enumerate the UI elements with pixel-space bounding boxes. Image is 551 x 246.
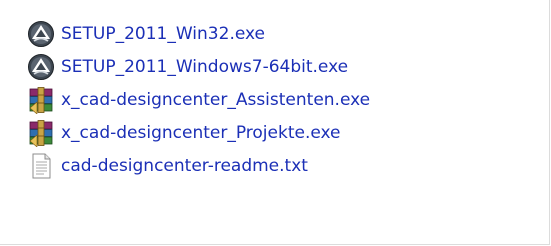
file-name: SETUP_2011_Win32.exe bbox=[61, 23, 265, 44]
file-name: x_cad-designcenter_Assistenten.exe bbox=[61, 89, 371, 110]
file-item-setup-win7-64[interactable]: SETUP_2011_Windows7-64bit.exe bbox=[26, 50, 370, 83]
winrar-archive-icon bbox=[26, 118, 56, 148]
file-explorer-pane: SETUP_2011_Win32.exe SETUP_2011_Windows7… bbox=[0, 0, 550, 245]
file-item-readme[interactable]: cad-designcenter-readme.txt bbox=[26, 149, 370, 182]
text-file-icon bbox=[26, 151, 56, 181]
file-item-assistenten[interactable]: x_cad-designcenter_Assistenten.exe bbox=[26, 83, 370, 116]
file-item-setup-win32[interactable]: SETUP_2011_Win32.exe bbox=[26, 17, 370, 50]
winrar-archive-icon bbox=[26, 85, 56, 115]
setup-app-icon bbox=[26, 19, 56, 49]
setup-app-icon bbox=[26, 52, 56, 82]
file-item-projekte[interactable]: x_cad-designcenter_Projekte.exe bbox=[26, 116, 370, 149]
file-name: cad-designcenter-readme.txt bbox=[61, 155, 308, 176]
file-list: SETUP_2011_Win32.exe SETUP_2011_Windows7… bbox=[26, 17, 370, 182]
file-name: x_cad-designcenter_Projekte.exe bbox=[61, 122, 341, 143]
file-name: SETUP_2011_Windows7-64bit.exe bbox=[61, 56, 349, 77]
